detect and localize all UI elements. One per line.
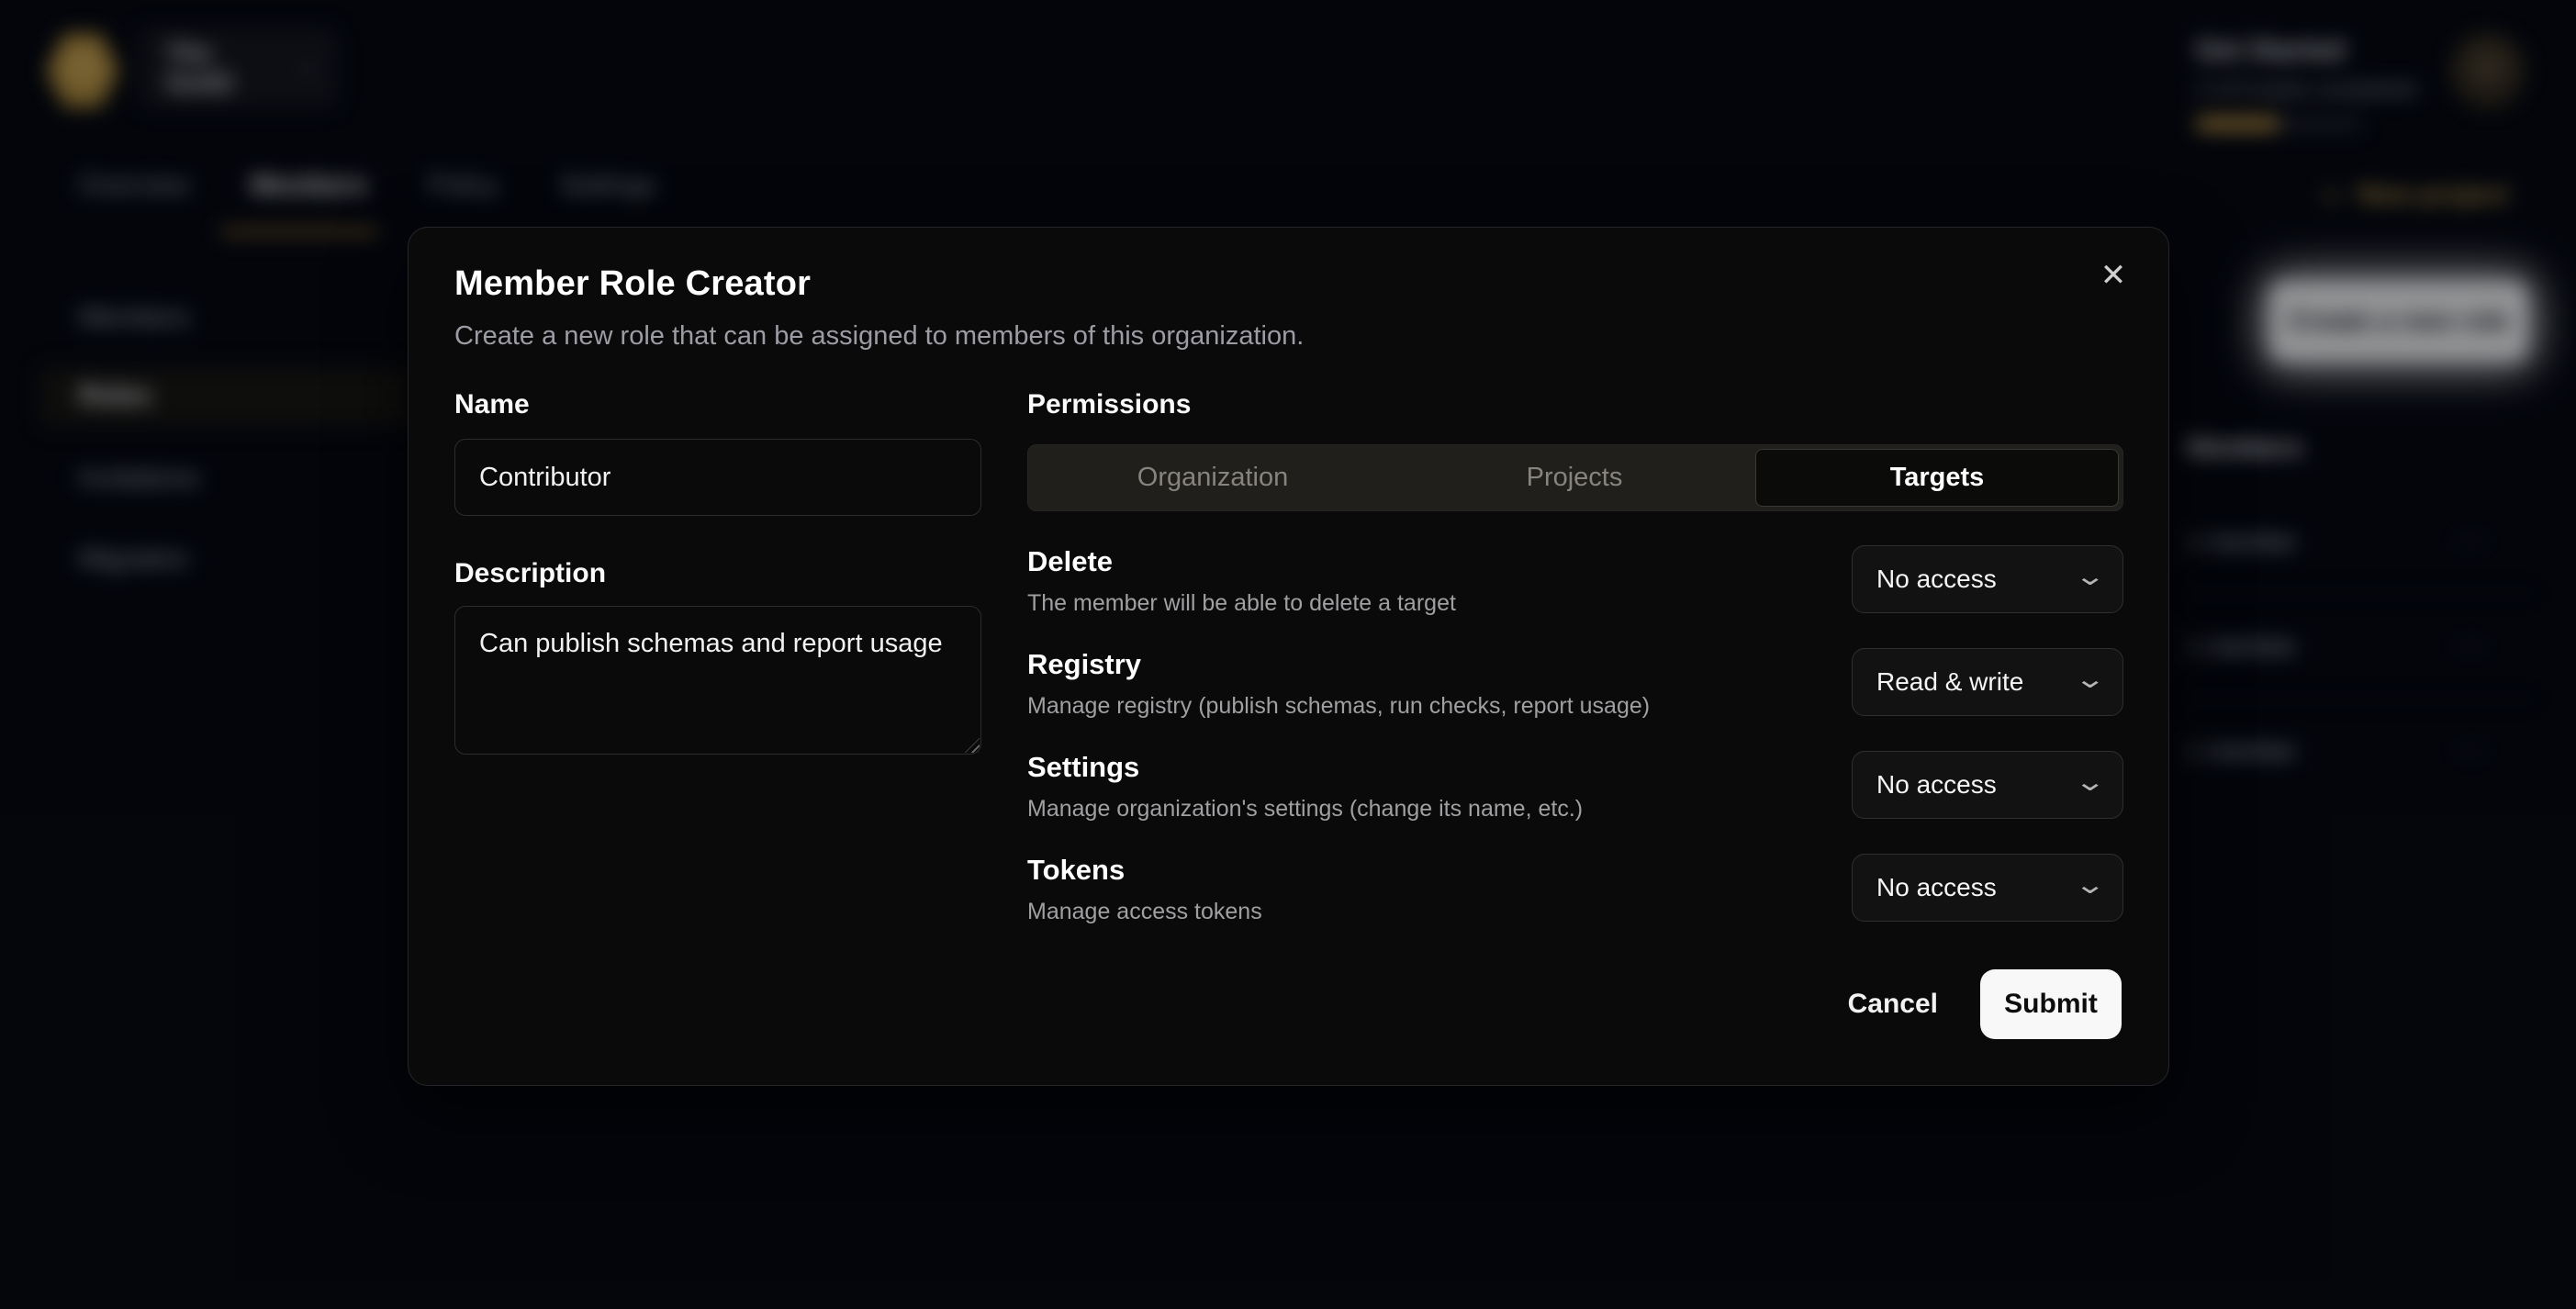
dialog-title: Member Role Creator [454, 264, 811, 304]
selected-value: No access [1876, 873, 1997, 902]
selected-value: Read & write [1876, 667, 2023, 697]
permissions-label: Permissions [1027, 389, 1191, 420]
member-role-creator-dialog: ✕ Member Role Creator Create a new role … [408, 227, 2169, 1086]
permission-section-tokens: Tokens Manage access tokens No access ⌄ [1027, 854, 2123, 933]
perm-tab-projects[interactable]: Projects [1394, 449, 1755, 507]
selected-value: No access [1876, 565, 1997, 594]
perm-tab-targets[interactable]: Targets [1755, 449, 2119, 507]
registry-access-select[interactable]: Read & write ⌄ [1852, 648, 2123, 716]
dialog-subtitle: Create a new role that can be assigned t… [454, 321, 1304, 352]
chevron-down-icon: ⌄ [2074, 664, 2106, 694]
description-textarea[interactable]: Can publish schemas and report usage [454, 606, 981, 755]
selected-value: No access [1876, 770, 1997, 800]
close-icon[interactable]: ✕ [2089, 252, 2137, 299]
perm-tab-organization[interactable]: Organization [1032, 449, 1394, 507]
chevron-down-icon: ⌄ [2074, 561, 2106, 591]
chevron-down-icon: ⌄ [2074, 766, 2106, 797]
dialog-footer: Cancel Submit [1839, 969, 2122, 1039]
settings-access-select[interactable]: No access ⌄ [1852, 751, 2123, 819]
permission-section-settings: Settings Manage organization's settings … [1027, 751, 2123, 830]
permissions-tabs: Organization Projects Targets [1027, 444, 2123, 511]
cancel-button[interactable]: Cancel [1839, 976, 1947, 1033]
chevron-down-icon: ⌄ [2074, 869, 2106, 900]
description-label: Description [454, 558, 606, 589]
submit-button[interactable]: Submit [1980, 969, 2122, 1039]
permission-section-registry: Registry Manage registry (publish schema… [1027, 648, 2123, 727]
name-label: Name [454, 389, 530, 420]
app-root: The Guild ⌄ Get Started 2 of 6 tasks com… [0, 0, 2576, 1309]
permission-section-delete: Delete The member will be able to delete… [1027, 545, 2123, 624]
tokens-access-select[interactable]: No access ⌄ [1852, 854, 2123, 922]
name-input[interactable] [454, 439, 981, 516]
delete-access-select[interactable]: No access ⌄ [1852, 545, 2123, 613]
